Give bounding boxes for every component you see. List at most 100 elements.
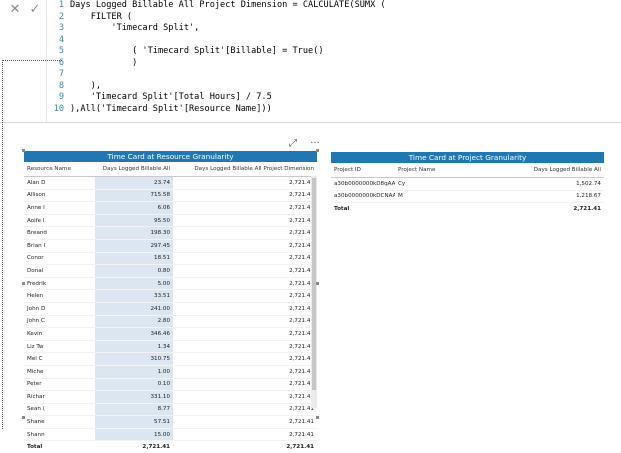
formula-line[interactable] — [70, 35, 611, 47]
column-header[interactable]: Days Logged Billable All Project Dimensi… — [173, 162, 317, 177]
formula-line[interactable]: FILTER ( — [70, 12, 611, 24]
table-cell: 95.50 — [95, 214, 174, 228]
table-row[interactable]: Shane 57.51 2,721.41 — [24, 415, 317, 429]
table-cell: 2,721.41 — [173, 189, 317, 203]
total-cell: Total — [24, 440, 96, 453]
more-options-icon[interactable]: ··· — [310, 138, 320, 149]
table-cell: 310.75 — [95, 352, 174, 366]
column-header[interactable]: Project Name — [395, 163, 525, 178]
total-cell: Total — [331, 202, 395, 215]
table-row[interactable]: Donal 0.80 2,721.41 — [24, 264, 317, 278]
table-cell: 2,721.41 — [173, 352, 317, 366]
table-cell: 23.74 — [95, 176, 174, 190]
visual-title: Time Card at Project Granularity — [331, 152, 604, 163]
table-row[interactable]: Alan D 23.74 2,721.41 — [24, 176, 317, 190]
table-cell: 2,721.41 — [173, 226, 317, 240]
table-cell: 33.51 — [95, 289, 174, 303]
table-cell: 15.00 — [95, 428, 174, 442]
total-cell — [395, 202, 525, 215]
table-cell: 331.10 — [95, 390, 174, 404]
resize-handle[interactable] — [22, 416, 25, 419]
table-cell: 2,721.41 — [173, 201, 317, 215]
check-icon[interactable]: ✓ — [26, 2, 44, 18]
table-cell: Brian I — [24, 239, 96, 253]
close-icon[interactable]: ✕ — [6, 2, 24, 18]
formula-line[interactable]: ),All('Timecard Split'[Resource Name])) — [70, 104, 611, 116]
table-cell: Aoife I — [24, 214, 96, 228]
table-cell: 2,721.41 — [173, 327, 317, 341]
table-cell: Kevin — [24, 327, 96, 341]
column-header[interactable]: Resource Name — [24, 162, 96, 177]
resize-handle[interactable] — [316, 282, 319, 285]
table-row[interactable]: Fredrik 5.00 2,721.41 — [24, 277, 317, 291]
table-cell: 0.10 — [95, 378, 174, 392]
project-table: Project ID Project Name Days Logged Bill… — [331, 163, 604, 215]
table-row[interactable]: Shann 15.00 2,721.41 — [24, 428, 317, 442]
line-number: 4 — [58, 34, 64, 45]
table-row[interactable]: Aoife I 95.50 2,721.41 — [24, 214, 317, 228]
table-row[interactable]: Kevin 346.46 2,721.41 — [24, 327, 317, 341]
total-cell: 2,721.41 — [95, 440, 174, 453]
formula-line[interactable]: ), — [70, 81, 611, 93]
column-header[interactable]: Project ID — [331, 163, 395, 178]
table-cell: 57.51 — [95, 415, 174, 429]
formula-line[interactable]: ( 'Timecard Split'[Billable] = True() — [70, 46, 611, 58]
table-row[interactable]: Sean (8.77 2,721.41 — [24, 403, 317, 417]
table-row[interactable]: John D 241.00 2,721.41 — [24, 302, 317, 316]
resize-handle[interactable] — [22, 282, 25, 285]
formula-line[interactable]: ) — [70, 58, 611, 70]
project-table-visual[interactable]: Time Card at Project Granularity Project… — [331, 152, 604, 215]
table-cell: 241.00 — [95, 302, 174, 316]
formula-bar-divider — [46, 0, 47, 122]
table-row[interactable]: a30b0000000kDCNAA2 M 1,218.67 — [331, 190, 604, 204]
table-cell: 8.77 — [95, 403, 174, 417]
formula-bar: ✕ ✓ 1 2 3 4 5 6 7 8 9 10 Days Logged Billable All… — [0, 0, 621, 123]
table-row[interactable]: Anne I 6.06 2,721.41 — [24, 201, 317, 215]
table-row[interactable]: Allison 715.58 2,721.41 — [24, 189, 317, 203]
resize-handle[interactable] — [316, 149, 319, 152]
table-cell: Sean ( — [24, 403, 96, 417]
table-cell: 2,721.41 — [173, 264, 317, 278]
table-cell: 18.51 — [95, 252, 174, 266]
column-header[interactable]: Days Logged Billable All — [525, 163, 604, 178]
table-row[interactable]: Mel C 310.75 2,721.41 — [24, 352, 317, 366]
dax-formula-editor[interactable]: Days Logged Billable All Project Dimensi… — [70, 0, 611, 115]
formula-line[interactable] — [70, 69, 611, 81]
table-cell: 1,502.74 — [525, 177, 604, 191]
line-number: 8 — [58, 80, 64, 91]
vertical-scrollbar[interactable] — [311, 176, 317, 408]
table-cell: 346.46 — [95, 327, 174, 341]
table-cell: Fredrik — [24, 277, 96, 291]
table-row[interactable]: Brian I 297.45 2,721.41 — [24, 239, 317, 253]
visual-title: Time Card at Resource Granularity — [24, 151, 317, 162]
table-row[interactable]: Helen 33.51 2,721.41 — [24, 289, 317, 303]
table-row[interactable]: Miche 1.00 2,721.41 — [24, 365, 317, 379]
table-row[interactable]: Peter 0.10 2,721.41 — [24, 378, 317, 392]
focus-mode-icon[interactable]: ⤢ — [289, 138, 297, 149]
table-row[interactable]: John C 2.80 2,721.41 — [24, 315, 317, 329]
table-cell: 2,721.41 — [173, 390, 317, 404]
table-row[interactable]: Liz Tw 1.34 2,721.41 — [24, 340, 317, 354]
formula-line[interactable]: Days Logged Billable All Project Dimensi… — [70, 0, 611, 12]
table-cell: M — [395, 190, 525, 204]
table-cell: 6.06 — [95, 201, 174, 215]
table-cell: 2,721.41 — [173, 315, 317, 329]
resize-handle[interactable] — [22, 149, 25, 152]
canvas-guide-vertical — [2, 60, 3, 429]
formula-line[interactable]: 'Timecard Split', — [70, 23, 611, 35]
resize-handle[interactable] — [316, 416, 319, 419]
table-row[interactable]: Conor 18.51 2,721.41 — [24, 252, 317, 266]
table-cell: 2,721.41 — [173, 252, 317, 266]
table-cell: Mel C — [24, 352, 96, 366]
column-header[interactable]: Days Logged Billable All — [95, 162, 174, 177]
table-cell: Anne I — [24, 201, 96, 215]
table-cell: Miche — [24, 365, 96, 379]
table-cell: 2,721.41 — [173, 415, 317, 429]
table-cell: Liz Tw — [24, 340, 96, 354]
table-row[interactable]: Breand 198.30 2,721.41 — [24, 226, 317, 240]
table-row[interactable]: Richar 331.10 2,721.41 — [24, 390, 317, 404]
table-row[interactable]: a30b0000000kD8qAAM Cy 1,502.74 — [331, 177, 604, 191]
resource-table-visual[interactable]: Time Card at Resource Granularity Resour… — [24, 151, 317, 453]
table-cell: Richar — [24, 390, 96, 404]
formula-line[interactable]: 'Timecard Split'[Total Hours] / 7.5 — [70, 92, 611, 104]
